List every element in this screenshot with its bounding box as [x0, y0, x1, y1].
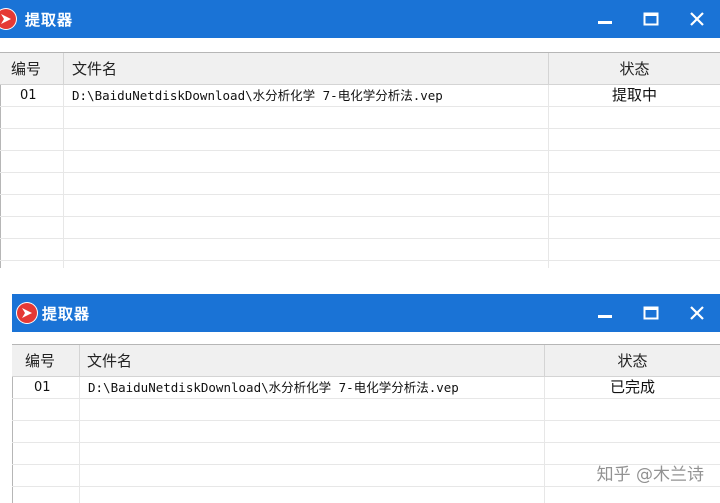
- cell-id: [0, 239, 64, 261]
- column-header-filename[interactable]: 文件名: [64, 53, 549, 85]
- cell-id: [12, 465, 80, 487]
- cell-id: [12, 399, 80, 421]
- cell-status: [545, 421, 720, 443]
- app-logo-icon: [16, 302, 38, 324]
- title-bar[interactable]: 提取器: [12, 294, 720, 332]
- cell-status: [545, 399, 720, 421]
- cell-filename: [64, 239, 549, 261]
- minimize-icon: [598, 21, 612, 24]
- cell-id: [0, 173, 64, 195]
- cell-filename: [80, 465, 545, 487]
- cell-id: [0, 107, 64, 129]
- table-header: 编号 文件名 状态: [0, 53, 720, 85]
- cell-id: [0, 217, 64, 239]
- cell-filename: [64, 107, 549, 129]
- cell-id: [12, 443, 80, 465]
- cell-filename: [64, 173, 549, 195]
- file-list-table[interactable]: 编号 文件名 状态 01 D:\BaiduNetdiskDownload\水分析化…: [0, 52, 720, 268]
- cell-status: [549, 151, 720, 173]
- maximize-icon: [643, 306, 659, 320]
- cell-filename: [64, 217, 549, 239]
- cell-id: [0, 151, 64, 173]
- minimize-button[interactable]: [582, 0, 628, 38]
- window-title: 提取器: [42, 305, 91, 323]
- empty-table-row[interactable]: [12, 487, 720, 503]
- cell-id: [0, 129, 64, 151]
- table-row[interactable]: 01 D:\BaiduNetdiskDownload\水分析化学 7-电化学分析法…: [0, 85, 720, 107]
- cell-status: 已完成: [609, 378, 655, 396]
- maximize-button[interactable]: [628, 294, 674, 332]
- empty-table-row[interactable]: [0, 239, 720, 261]
- empty-table-row[interactable]: [0, 129, 720, 151]
- empty-table-row[interactable]: [12, 421, 720, 443]
- minimize-button[interactable]: [582, 294, 628, 332]
- app-logo-icon: [0, 8, 17, 30]
- cell-filename: [80, 443, 545, 465]
- cell-status: [545, 487, 720, 503]
- empty-table-row[interactable]: [0, 261, 720, 268]
- cell-filename: [80, 421, 545, 443]
- cell-filename: [64, 261, 549, 268]
- cell-status: [549, 173, 720, 195]
- cell-filename: [64, 129, 549, 151]
- title-bar[interactable]: 提取器: [0, 0, 720, 38]
- cell-status: [549, 195, 720, 217]
- cell-id: 01: [0, 85, 64, 107]
- table-row[interactable]: 01 D:\BaiduNetdiskDownload\水分析化学 7-电化学分析法…: [12, 377, 720, 399]
- cell-filename: D:\BaiduNetdiskDownload\水分析化学 7-电化学分析法.v…: [80, 377, 545, 399]
- extractor-window-1: 提取器 编号 文件名 状态 01 D:\BaiduNetdiskDownload\…: [0, 0, 720, 268]
- cell-status: [549, 261, 720, 268]
- cell-id: [0, 261, 64, 268]
- column-header-filename[interactable]: 文件名: [80, 345, 545, 377]
- cell-id: [12, 421, 80, 443]
- empty-table-row[interactable]: [0, 107, 720, 129]
- close-icon: [690, 12, 704, 26]
- cell-status: [549, 239, 720, 261]
- table-header: 编号 文件名 状态: [12, 345, 720, 377]
- close-button[interactable]: [674, 0, 720, 38]
- maximize-button[interactable]: [628, 0, 674, 38]
- maximize-icon: [643, 12, 659, 26]
- empty-table-row[interactable]: [12, 399, 720, 421]
- cell-status: [549, 129, 720, 151]
- empty-table-row[interactable]: [0, 217, 720, 239]
- watermark: 知乎 @木兰诗: [596, 465, 704, 485]
- minimize-icon: [598, 315, 612, 318]
- column-header-id[interactable]: 编号: [12, 345, 80, 377]
- window-title: 提取器: [25, 11, 74, 29]
- cell-id: [12, 487, 80, 503]
- column-header-id[interactable]: 编号: [0, 53, 64, 85]
- cell-filename: [64, 195, 549, 217]
- column-header-status[interactable]: 状态: [545, 345, 720, 377]
- empty-table-row[interactable]: [0, 173, 720, 195]
- cell-filename: [64, 151, 549, 173]
- close-button[interactable]: [674, 294, 720, 332]
- empty-table-row[interactable]: [0, 151, 720, 173]
- cell-status: [549, 107, 720, 129]
- cell-status: 提取中: [611, 86, 657, 104]
- cell-status: [549, 217, 720, 239]
- cell-filename: D:\BaiduNetdiskDownload\水分析化学 7-电化学分析法.v…: [64, 85, 549, 107]
- cell-id: [0, 195, 64, 217]
- close-icon: [690, 306, 704, 320]
- column-header-status[interactable]: 状态: [549, 53, 720, 85]
- empty-table-row[interactable]: [0, 195, 720, 217]
- cell-id: 01: [12, 377, 80, 399]
- cell-filename: [80, 487, 545, 503]
- cell-filename: [80, 399, 545, 421]
